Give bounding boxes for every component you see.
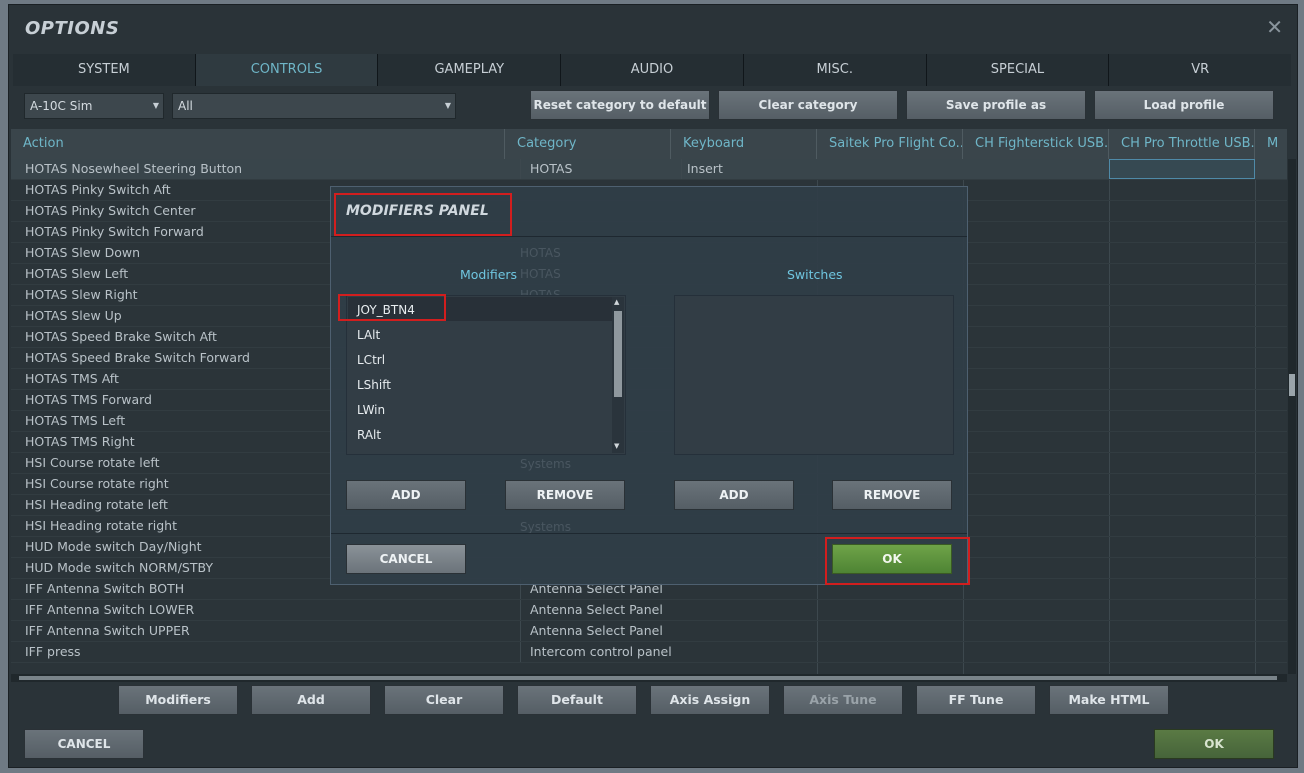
list-item[interactable]: LCtrl xyxy=(357,353,385,367)
tab-misc[interactable]: MISC. xyxy=(743,54,927,86)
clear-button[interactable]: Clear xyxy=(384,685,504,715)
column-header-action[interactable]: Action xyxy=(11,129,505,159)
switches-label: Switches xyxy=(787,267,843,282)
table-row[interactable]: IFF Antenna Switch UPPER Antenna Select P… xyxy=(11,621,1287,642)
tab-bar: SYSTEM CONTROLS GAMEPLAY AUDIO MISC. SPE… xyxy=(13,54,1292,86)
scrollbar-thumb[interactable] xyxy=(1289,374,1295,396)
table-row[interactable]: IFF Antenna Switch LOWER Antenna Select P… xyxy=(11,600,1287,621)
table-header: Action Category Keyboard Saitek Pro Flig… xyxy=(11,129,1287,159)
default-button[interactable]: Default xyxy=(517,685,637,715)
action-cell: IFF press xyxy=(25,644,81,659)
background-text: HOTAS xyxy=(520,246,561,260)
list-item[interactable]: LWin xyxy=(357,403,385,417)
list-item[interactable]: RAlt xyxy=(357,428,381,442)
clear-category-button[interactable]: Clear category xyxy=(718,90,898,120)
scrollbar-thumb[interactable] xyxy=(614,311,622,397)
aircraft-select[interactable]: A-10C Sim ▼ xyxy=(24,93,164,119)
category-cell: Antenna Select Panel xyxy=(520,600,680,620)
column-header-category[interactable]: Category xyxy=(505,129,671,159)
ok-button[interactable]: OK xyxy=(1154,729,1274,759)
close-icon[interactable]: ✕ xyxy=(1266,15,1283,39)
modifiers-add-button[interactable]: ADD xyxy=(346,480,466,510)
chevron-down-icon: ▼ xyxy=(444,101,451,110)
horizontal-scrollbar[interactable] xyxy=(11,674,1287,682)
axis-tune-button[interactable]: Axis Tune xyxy=(783,685,903,715)
modifiers-remove-button[interactable]: REMOVE xyxy=(505,480,625,510)
load-profile-button[interactable]: Load profile xyxy=(1094,90,1274,120)
category-select[interactable]: All ▼ xyxy=(172,93,456,119)
column-header-keyboard[interactable]: Keyboard xyxy=(671,129,817,159)
scrollbar-thumb[interactable] xyxy=(19,676,1277,680)
window-title: OPTIONS xyxy=(25,18,120,39)
highlight-box xyxy=(334,193,512,236)
modifiers-panel-dialog: MODIFIERS PANEL HOTAS HOTAS HOTAS System… xyxy=(330,186,970,585)
dialog-header: MODIFIERS PANEL xyxy=(331,187,967,237)
table-row[interactable]: IFF press Intercom control panel xyxy=(11,642,1287,663)
category-cell: Antenna Select Panel xyxy=(520,621,680,641)
list-item[interactable]: LAlt xyxy=(357,328,380,342)
action-cell: IFF Antenna Switch UPPER xyxy=(25,623,190,638)
tab-system[interactable]: SYSTEM xyxy=(13,54,196,86)
arrow-up-icon[interactable]: ▲ xyxy=(614,298,619,306)
column-header-ch-pro-throttle[interactable]: CH Pro Throttle USB... xyxy=(1109,129,1255,159)
reset-category-button[interactable]: Reset category to default xyxy=(530,90,710,120)
column-header-more[interactable]: M xyxy=(1255,129,1287,159)
switches-add-button[interactable]: ADD xyxy=(674,480,794,510)
table-row[interactable]: HOTAS Nosewheel Steering Button HOTAS Inse… xyxy=(11,159,1287,180)
tab-special[interactable]: SPECIAL xyxy=(926,54,1110,86)
column-header-ch-fighterstick[interactable]: CH Fighterstick USB... xyxy=(963,129,1109,159)
category-cell: Intercom control panel xyxy=(520,642,680,662)
switches-list[interactable] xyxy=(674,295,954,455)
list-item[interactable]: LShift xyxy=(357,378,391,392)
tab-audio[interactable]: AUDIO xyxy=(561,54,744,86)
tab-vr[interactable]: VR xyxy=(1109,54,1292,86)
highlight-box xyxy=(825,537,970,585)
column-header-saitek[interactable]: Saitek Pro Flight Co... xyxy=(817,129,963,159)
cancel-button[interactable]: CANCEL xyxy=(24,729,144,759)
background-text: HOTAS xyxy=(520,267,561,281)
tab-controls[interactable]: CONTROLS xyxy=(195,54,379,86)
add-button[interactable]: Add xyxy=(251,685,371,715)
ff-tune-button[interactable]: FF Tune xyxy=(916,685,1036,715)
make-html-button[interactable]: Make HTML xyxy=(1049,685,1169,715)
category-cell: HOTAS xyxy=(520,159,680,179)
modifiers-button[interactable]: Modifiers xyxy=(118,685,238,715)
aircraft-select-value: A-10C Sim xyxy=(30,99,93,113)
keyboard-cell: Insert xyxy=(681,159,826,179)
filter-bar: A-10C Sim ▼ All ▼ Reset category to defa… xyxy=(9,87,1297,127)
axis-assign-button[interactable]: Axis Assign xyxy=(650,685,770,715)
selected-binding-cell[interactable] xyxy=(1109,159,1255,179)
list-scrollbar[interactable]: ▲ ▼ xyxy=(612,297,624,453)
highlight-box xyxy=(338,294,446,321)
save-profile-button[interactable]: Save profile as xyxy=(906,90,1086,120)
dialog-cancel-button[interactable]: CANCEL xyxy=(346,544,466,574)
action-cell: IFF Antenna Switch LOWER xyxy=(25,602,195,617)
background-text: Systems xyxy=(520,520,571,534)
chevron-down-icon: ▼ xyxy=(152,101,159,110)
action-cell: HOTAS Nosewheel Steering Button xyxy=(25,161,243,176)
arrow-down-icon[interactable]: ▼ xyxy=(614,442,619,450)
category-select-value: All xyxy=(178,99,193,113)
tab-gameplay[interactable]: GAMEPLAY xyxy=(378,54,562,86)
vertical-scrollbar[interactable] xyxy=(1288,159,1296,674)
switches-remove-button[interactable]: REMOVE xyxy=(832,480,952,510)
divider xyxy=(331,533,967,534)
modifiers-label: Modifiers xyxy=(460,267,518,282)
background-text: Systems xyxy=(520,457,571,471)
